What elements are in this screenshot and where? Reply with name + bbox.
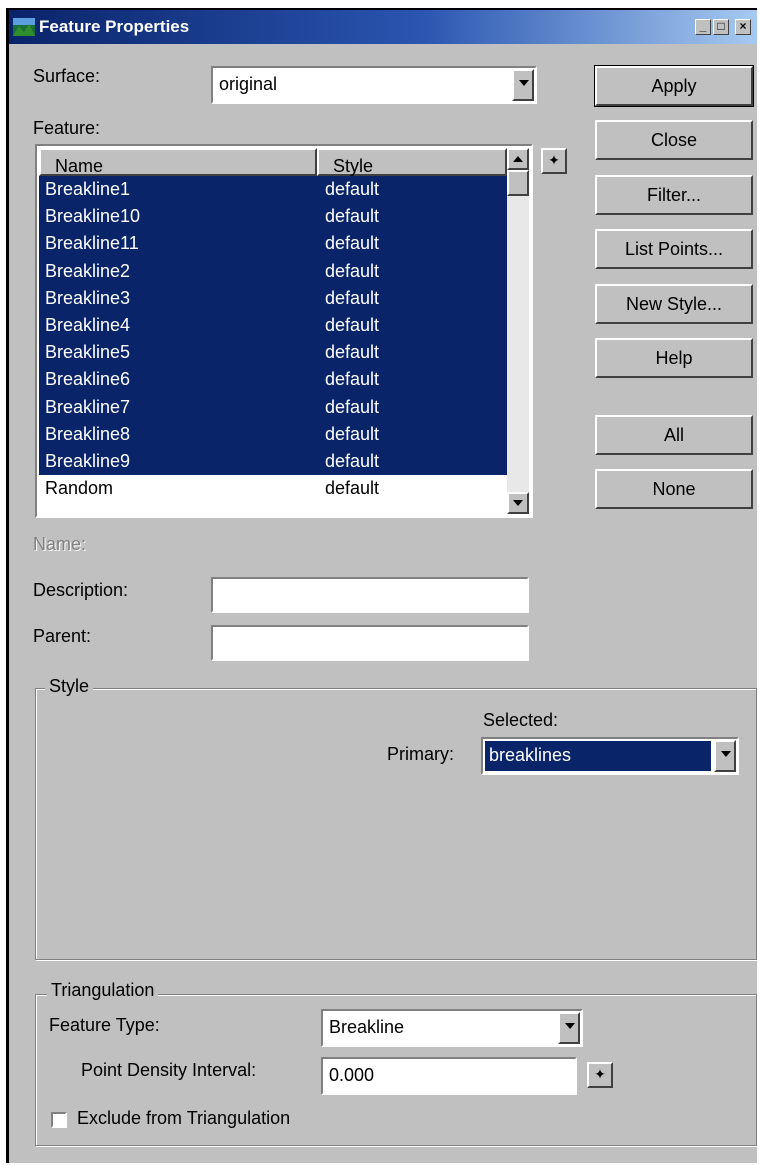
feature-properties-dialog: Feature Properties _ □ × Surface: origin… <box>6 8 757 1163</box>
list-item[interactable]: Random default <box>39 475 507 502</box>
feature-type-value: Breakline <box>329 1017 405 1037</box>
filter-button[interactable]: Filter... <box>595 175 753 215</box>
title-bar[interactable]: Feature Properties _ □ × <box>9 10 757 44</box>
feature-rows: Breakline1 default Breakline10 default Break… <box>39 176 507 502</box>
select-all-button[interactable]: All <box>595 415 753 455</box>
feature-style: default <box>325 314 380 335</box>
list-item[interactable]: Breakline4 default <box>39 311 507 340</box>
pick-density-icon[interactable]: ✦ <box>587 1062 613 1088</box>
feature-style: default <box>325 396 380 417</box>
feature-name: Breakline5 <box>45 342 131 363</box>
feature-label: Feature: <box>33 118 101 138</box>
description-field[interactable] <box>211 577 529 613</box>
feature-name: Breakline2 <box>45 260 131 281</box>
list-item[interactable]: Breakline6 default <box>39 366 507 394</box>
list-item[interactable]: Breakline8 default <box>39 420 507 448</box>
list-points-button[interactable]: List Points... <box>595 229 753 269</box>
column-header-name-label: Name <box>55 156 104 176</box>
list-item[interactable]: Breakline1 default <box>39 176 507 204</box>
feature-name: Breakline11 <box>45 233 139 254</box>
app-icon <box>13 18 35 36</box>
surface-label: Surface: <box>33 66 101 86</box>
feature-style: default <box>325 179 380 199</box>
description-label: Description: <box>33 580 129 600</box>
list-item[interactable]: Breakline9 default <box>39 447 507 476</box>
chevron-down-icon[interactable] <box>558 1012 580 1044</box>
window-title: Feature Properties <box>39 17 190 36</box>
feature-type-label: Feature Type: <box>49 1015 160 1035</box>
primary-style-value: breaklines <box>489 745 572 765</box>
help-button[interactable]: Help <box>595 338 753 378</box>
chevron-down-icon[interactable] <box>714 740 736 772</box>
feature-name: Breakline9 <box>45 450 131 471</box>
feature-name: Breakline1 <box>45 179 131 199</box>
chevron-down-icon[interactable] <box>512 69 534 101</box>
feature-style: default <box>325 478 380 499</box>
point-density-field[interactable]: 0.000 <box>321 1057 577 1095</box>
list-item[interactable]: Breakline5 default <box>39 339 507 367</box>
scroll-thumb[interactable] <box>507 170 529 196</box>
surface-value: original <box>219 74 278 94</box>
feature-name: Breakline8 <box>45 423 131 444</box>
primary-label: Primary: <box>387 744 454 764</box>
point-density-label: Point Density Interval: <box>81 1060 257 1080</box>
primary-style-dropdown[interactable]: breaklines <box>481 737 739 775</box>
column-header-style-label: Style <box>333 156 374 176</box>
scroll-up-icon[interactable] <box>507 148 529 170</box>
style-group <box>35 688 757 960</box>
list-item[interactable]: Breakline10 default <box>39 203 507 231</box>
feature-list-scrollbar[interactable] <box>507 148 529 514</box>
feature-style: default <box>325 450 380 471</box>
style-group-label: Style <box>45 676 94 697</box>
select-none-button[interactable]: None <box>595 469 753 509</box>
exclude-triangulation-checkbox[interactable] <box>51 1112 67 1128</box>
feature-name: Breakline4 <box>45 314 131 335</box>
scroll-down-icon[interactable] <box>507 492 529 514</box>
feature-style: default <box>325 287 380 308</box>
minimize-icon[interactable]: _ <box>695 19 711 35</box>
column-header-name[interactable]: Name <box>39 148 317 176</box>
feature-style: default <box>325 369 380 390</box>
feature-name: Random <box>45 478 114 499</box>
feature-style: default <box>325 260 380 281</box>
parent-field[interactable] <box>211 625 529 661</box>
feature-list[interactable]: Name Style Breakline1 default Breakline10 d… <box>35 144 533 518</box>
apply-button[interactable]: Apply <box>594 65 754 107</box>
feature-style: default <box>325 206 380 227</box>
parent-label: Parent: <box>33 626 92 646</box>
close-icon[interactable]: × <box>735 19 751 35</box>
feature-name: Breakline10 <box>45 206 141 227</box>
selected-label: Selected: <box>483 710 559 730</box>
list-item[interactable]: Breakline11 default <box>39 230 507 258</box>
list-item[interactable]: Breakline3 default <box>39 284 507 312</box>
feature-type-dropdown[interactable]: Breakline <box>321 1009 583 1047</box>
list-item[interactable]: Breakline2 default <box>39 257 507 285</box>
close-button[interactable]: Close <box>595 120 753 160</box>
feature-name: Breakline6 <box>45 369 131 390</box>
maximize-icon[interactable]: □ <box>713 19 729 35</box>
exclude-triangulation-label[interactable]: Exclude from Triangulation <box>77 1108 290 1129</box>
name-label: Name: <box>33 534 87 554</box>
pick-feature-icon[interactable]: ✦ <box>541 148 567 174</box>
surface-dropdown[interactable]: original <box>211 66 537 104</box>
point-density-value: 0.000 <box>329 1065 375 1085</box>
feature-name: Breakline3 <box>45 287 131 308</box>
column-header-style[interactable]: Style <box>317 148 507 176</box>
feature-style: default <box>325 342 380 363</box>
feature-style: default <box>325 423 380 444</box>
triangulation-group-label: Triangulation <box>47 980 159 1001</box>
list-item[interactable]: Breakline7 default <box>39 393 507 421</box>
feature-name: Breakline7 <box>45 396 131 417</box>
new-style-button[interactable]: New Style... <box>595 284 753 324</box>
feature-style: default <box>325 233 380 254</box>
